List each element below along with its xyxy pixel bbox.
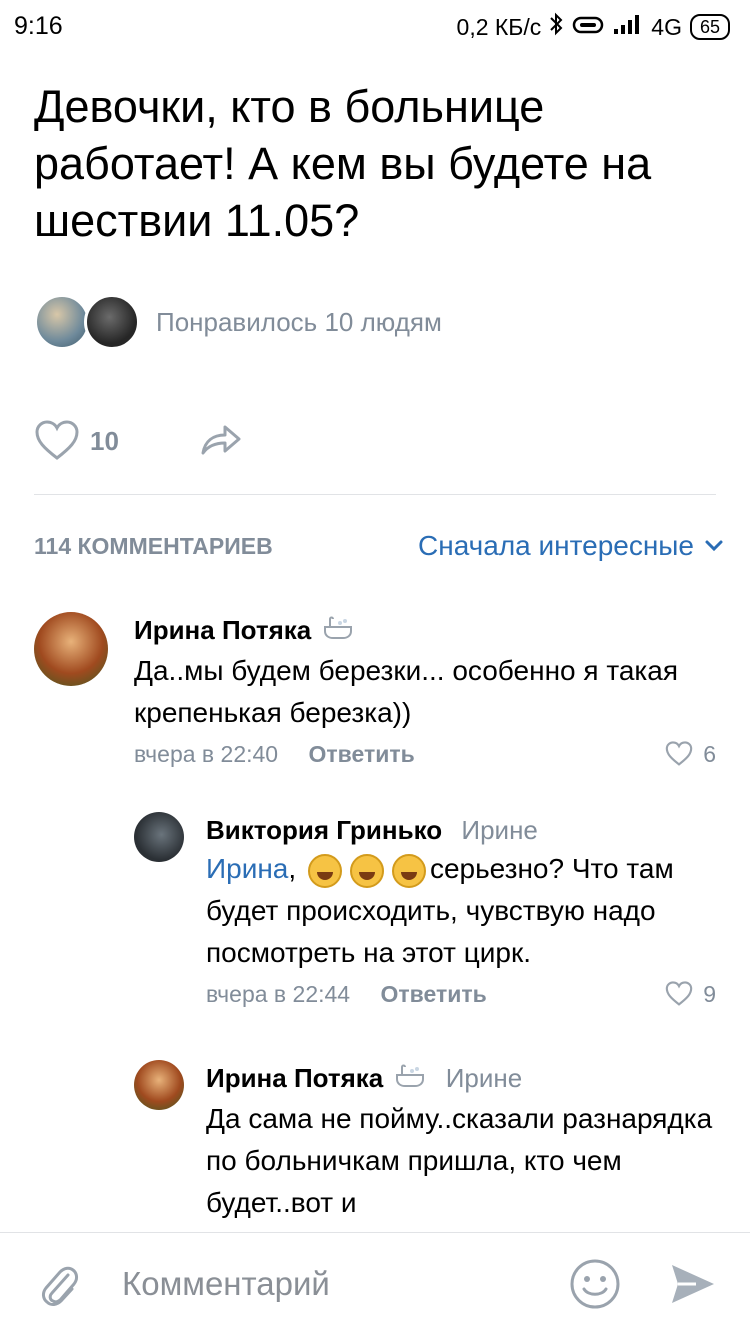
battery-icon: 65 [689,14,730,40]
comment-time: вчера в 22:44 [206,981,351,1007]
paperclip-icon [42,1266,78,1306]
comments-count: 114 КОММЕНТАРИЕВ [34,532,273,559]
bathtub-icon [322,614,354,650]
comment-text: Да..мы будем березки... особенно я такая… [134,655,679,729]
comment-like-button[interactable]: 6 [665,736,716,772]
status-bar: 9:16 0,2 КБ/с 4G 65 [0,0,750,54]
signal-icon [613,13,643,41]
post-actions: 10 [34,416,243,466]
comment-text: Ирина, серьезно? Что там будет происходи… [206,853,674,968]
heart-icon [665,741,693,766]
emoji-button[interactable] [568,1257,622,1316]
liker-avatar [84,294,140,350]
bluetooth-icon [549,12,563,42]
reply-button[interactable]: Ответить [381,981,487,1007]
network-type: 4G [651,13,682,40]
sort-dropdown[interactable]: Сначала интересные [418,530,724,562]
like-button[interactable]: 10 [34,420,119,462]
avatar[interactable] [134,812,184,862]
heart-icon [35,420,79,460]
chevron-down-icon [705,540,723,552]
share-icon [201,425,241,454]
comment-author[interactable]: Ирина Потяка [134,615,311,645]
comment-input[interactable] [120,1259,544,1309]
reply-button[interactable]: Ответить [309,741,415,767]
comment-like-count: 9 [703,981,716,1007]
comment-text: Да сама не пойму..сказали разнарядка по … [206,1103,713,1219]
comment: Ирина Потяка Да..мы будем березки... осо… [34,612,716,772]
comment-author[interactable]: Виктория Гринько [206,815,442,845]
avatar[interactable] [34,612,108,686]
net-speed: 0,2 КБ/с [456,13,542,40]
heart-icon [665,981,693,1006]
divider [34,494,716,495]
comment-like-button[interactable]: 9 [665,976,716,1012]
laughing-emoji-icon [349,853,384,888]
send-icon [672,1265,714,1303]
liked-by-row[interactable]: Понравилось 10 людям [34,294,442,350]
comment-like-count: 6 [703,741,716,768]
sort-label: Сначала интересные [418,530,694,561]
bathtub-icon [394,1062,426,1098]
comment-meta: вчера в 22:44 Ответить 9 [206,976,716,1012]
comment-author[interactable]: Ирина Потяка [206,1063,383,1093]
post-text: Девочки, кто в больнице работает! А кем … [34,81,652,246]
likes-summary: Понравилось 10 людям [156,306,442,337]
like-count: 10 [90,425,119,456]
comment-reply: Ирина Потяка Ирине Да сама не пойму..ска… [134,1060,716,1232]
mention-link[interactable]: Ирина [206,853,288,884]
send-button[interactable] [668,1261,718,1312]
reply-to-label: Ирине [445,1063,523,1093]
laughing-emoji-icon [391,853,426,888]
comment-reply: Виктория Гринько Ирине Ирина, серьезно? … [134,812,716,1022]
laughing-emoji-icon [307,853,342,888]
status-icons: 0,2 КБ/с 4G 65 [457,12,730,42]
smile-icon [570,1259,620,1309]
status-time: 9:16 [14,12,63,40]
attach-button[interactable] [38,1261,82,1314]
comment-meta: вчера в 22:40 Ответить 6 [134,736,716,772]
comments-header: 114 КОММЕНТАРИЕВ Сначала интересные [34,526,724,566]
avatar[interactable] [134,1060,184,1110]
vibrate-icon [571,14,605,41]
comment-composer [0,1232,750,1334]
share-button[interactable] [199,419,243,464]
reply-to-label: Ирине [461,815,538,845]
liker-avatar [34,294,90,350]
comment-time: вчера в 22:40 [134,741,279,768]
